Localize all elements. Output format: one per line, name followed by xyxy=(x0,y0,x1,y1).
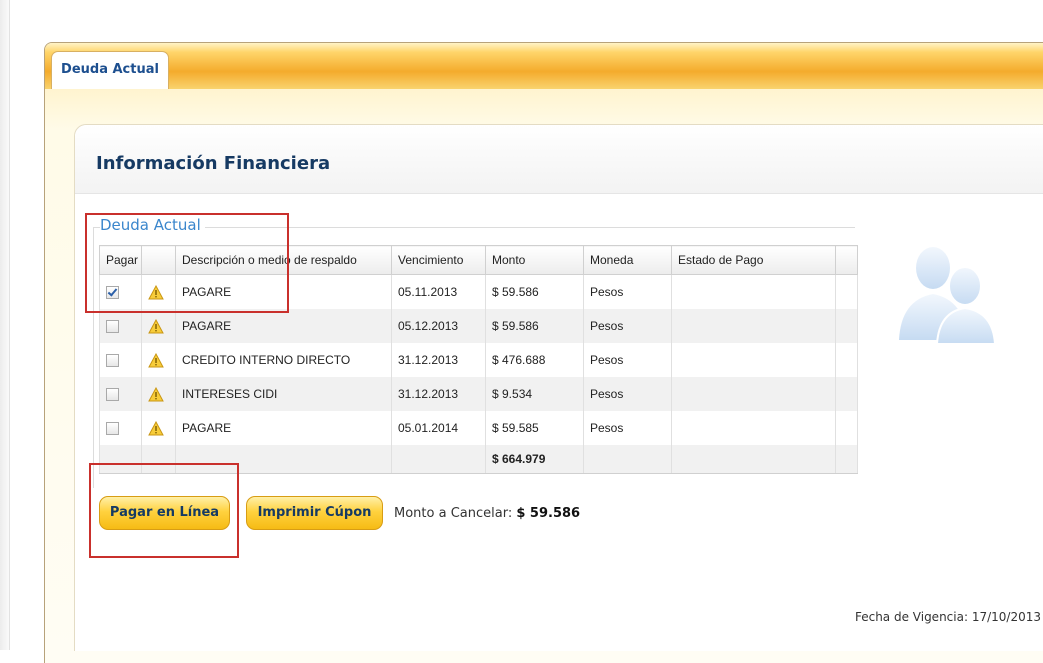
panel-header: Información Financiera xyxy=(75,125,1043,194)
warning-icon xyxy=(148,352,164,368)
validity-date: Fecha de Vigencia: 17/10/2013 xyxy=(855,610,1041,624)
row-currency: Pesos xyxy=(583,377,672,411)
window-edge xyxy=(0,0,10,650)
row-amount: $ 9.534 xyxy=(485,377,584,411)
pay-checkbox[interactable] xyxy=(106,388,119,402)
row-currency: Pesos xyxy=(583,411,672,445)
row-due-date: 05.01.2014 xyxy=(391,411,486,445)
total-amount: $ 664.979 xyxy=(485,445,584,474)
highlight-box xyxy=(89,463,239,558)
tab-deuda-actual[interactable]: Deuda Actual xyxy=(51,51,169,89)
row-payment-status xyxy=(671,309,836,343)
row-description: PAGARE xyxy=(175,411,392,445)
row-description: PAGARE xyxy=(175,309,392,343)
column-header-currency: Moneda xyxy=(583,245,672,275)
validity-date-label: Fecha de Vigencia: xyxy=(854,610,968,624)
table-row: PAGARE 05.12.2013 $ 59.586 Pesos xyxy=(99,309,858,343)
table-row: PAGARE 05.01.2014 $ 59.585 Pesos xyxy=(99,411,858,445)
section-divider xyxy=(205,227,855,228)
row-amount: $ 59.586 xyxy=(485,309,584,343)
pay-checkbox[interactable] xyxy=(106,354,119,368)
amount-to-pay-value: $ 59.586 xyxy=(516,506,581,521)
row-payment-status xyxy=(671,411,836,445)
table-row: CREDITO INTERNO DIRECTO 31.12.2013 $ 476.6… xyxy=(99,343,858,377)
pay-checkbox[interactable] xyxy=(106,422,119,436)
row-due-date: 31.12.2013 xyxy=(391,377,486,411)
column-header-payment-status: Estado de Pago xyxy=(671,245,836,275)
row-currency: Pesos xyxy=(583,274,672,309)
row-due-date: 05.11.2013 xyxy=(391,274,486,309)
column-header-amount: Monto xyxy=(485,245,584,275)
column-header-extra xyxy=(835,245,858,275)
row-description: INTERESES CIDI xyxy=(175,377,392,411)
row-due-date: 05.12.2013 xyxy=(391,309,486,343)
column-header-due-date: Vencimiento xyxy=(391,245,486,275)
row-amount: $ 476.688 xyxy=(485,343,584,377)
row-description: CREDITO INTERNO DIRECTO xyxy=(175,343,392,377)
users-icon xyxy=(899,247,997,345)
highlight-box xyxy=(85,213,289,313)
tab-bar: Deuda Actual xyxy=(45,43,1043,89)
row-amount: $ 59.586 xyxy=(485,274,584,309)
warning-icon xyxy=(148,318,164,334)
page-title: Información Financiera xyxy=(96,153,331,174)
row-currency: Pesos xyxy=(583,309,672,343)
row-payment-status xyxy=(671,377,836,411)
amount-to-pay-label: Monto a Cancelar: xyxy=(394,506,513,521)
row-payment-status xyxy=(671,274,836,309)
row-currency: Pesos xyxy=(583,343,672,377)
print-coupon-button[interactable]: Imprimir Cúpon xyxy=(246,496,383,530)
pay-checkbox[interactable] xyxy=(106,320,119,334)
validity-date-value: 17/10/2013 xyxy=(971,610,1041,624)
table-row: INTERESES CIDI 31.12.2013 $ 9.534 Pesos xyxy=(99,377,858,411)
row-due-date: 31.12.2013 xyxy=(391,343,486,377)
amount-to-pay: Monto a Cancelar: $ 59.586 xyxy=(394,506,580,521)
row-payment-status xyxy=(671,343,836,377)
warning-icon xyxy=(148,420,164,436)
row-amount: $ 59.585 xyxy=(485,411,584,445)
warning-icon xyxy=(148,386,164,402)
